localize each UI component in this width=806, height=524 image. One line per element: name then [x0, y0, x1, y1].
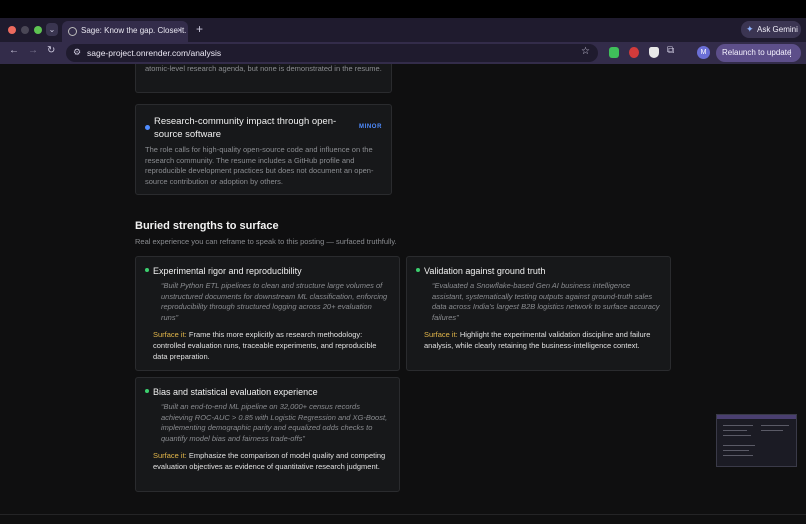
strength-card: Experimental rigor and reproducibility “… — [135, 256, 400, 371]
new-tab-button[interactable]: + — [196, 22, 203, 36]
tab-title: Sage: Know the gap. Close it. — [81, 26, 187, 35]
close-window-button[interactable] — [8, 26, 16, 34]
shield-extension-icon[interactable] — [609, 47, 619, 58]
profile-avatar[interactable]: M — [697, 46, 710, 59]
strength-quote: “Evaluated a Snowflake-based Gen AI busi… — [432, 281, 660, 322]
strength-title: Bias and statistical evaluation experien… — [153, 387, 318, 397]
gap-card-partial-text: atomic-level research agenda, but none i… — [145, 64, 382, 73]
kebab-menu-icon[interactable]: ⋮ — [786, 44, 795, 62]
globe-icon — [68, 27, 77, 36]
maximize-window-button[interactable] — [34, 26, 42, 34]
tab-search-chevron-icon[interactable]: ⌄ — [46, 23, 58, 36]
puzzle-icon[interactable]: ⧉ — [667, 45, 674, 56]
gemini-sparkle-icon: ✦ — [746, 24, 754, 34]
section-subtitle: Real experience you can reframe to speak… — [135, 237, 397, 246]
thumbnail-line — [723, 445, 755, 446]
back-arrow-icon[interactable]: ← — [9, 45, 19, 56]
site-settings-icon[interactable]: ⚙ — [73, 47, 81, 58]
thumbnail-line — [723, 425, 753, 426]
thumbnail-titlebar — [717, 415, 796, 419]
privacy-extension-icon[interactable] — [649, 47, 659, 58]
thumbnail-line — [761, 425, 789, 426]
thumbnail-line — [723, 435, 751, 436]
strength-card: Bias and statistical evaluation experien… — [135, 377, 400, 492]
tab-strip: ⌄ Sage: Know the gap. Close it. × + ✦ As… — [0, 18, 806, 42]
surface-it-text: Surface it: Highlight the experimental v… — [424, 330, 664, 352]
surface-it-body: Highlight the experimental validation di… — [424, 330, 651, 350]
bookmark-star-icon[interactable]: ☆ — [581, 46, 590, 57]
record-extension-icon[interactable] — [629, 47, 639, 58]
address-bar[interactable]: ⚙ sage-project.onrender.com/analysis ☆ — [66, 44, 598, 62]
thumbnail-line — [723, 450, 749, 451]
strength-dot-icon — [145, 268, 149, 272]
strength-title: Experimental rigor and reproducibility — [153, 266, 302, 276]
ask-gemini-button[interactable]: ✦ Ask Gemini — [741, 21, 801, 38]
surface-it-label: Surface it: — [153, 330, 187, 339]
browser-toolbar: ← → ↻ ⚙ sage-project.onrender.com/analys… — [0, 42, 806, 64]
ask-gemini-label: Ask Gemini — [757, 25, 798, 34]
surface-it-body: Frame this more explicitly as research m… — [153, 330, 377, 361]
relaunch-button[interactable]: Relaunch to update ⋮ — [716, 44, 801, 62]
url-text[interactable]: sage-project.onrender.com/analysis — [87, 48, 221, 58]
minimize-window-button[interactable] — [21, 26, 29, 34]
page-content: atomic-level research agenda, but none i… — [0, 64, 806, 524]
gap-card-partial: atomic-level research agenda, but none i… — [135, 64, 392, 93]
surface-it-text: Surface it: Frame this more explicitly a… — [153, 330, 393, 362]
surface-it-label: Surface it: — [153, 451, 187, 460]
relaunch-label: Relaunch to update — [722, 48, 792, 57]
gap-title: Research-community impact through open-s… — [154, 116, 337, 140]
gap-description: The role calls for high-quality open-sou… — [145, 145, 374, 186]
reload-icon[interactable]: ↻ — [47, 45, 55, 56]
active-tab[interactable]: Sage: Know the gap. Close it. × — [62, 21, 188, 42]
surface-it-label: Surface it: — [424, 330, 458, 339]
strength-card: Validation against ground truth “Evaluat… — [406, 256, 671, 371]
forward-arrow-icon[interactable]: → — [28, 45, 38, 56]
strength-title: Validation against ground truth — [424, 266, 546, 276]
strength-quote: “Built an end-to-end ML pipeline on 32,0… — [161, 402, 388, 443]
thumbnail-line — [723, 430, 747, 431]
os-top-strip — [0, 0, 806, 18]
screen-share-thumbnail[interactable] — [716, 414, 797, 467]
section-title: Buried strengths to surface — [135, 220, 279, 232]
severity-dot-icon — [145, 125, 150, 130]
strength-dot-icon — [145, 389, 149, 393]
gap-card: Research-community impact through open-s… — [135, 104, 392, 195]
thumbnail-line — [723, 455, 753, 456]
thumbnail-line — [761, 430, 783, 431]
severity-badge: MINOR — [359, 124, 382, 130]
page-divider — [0, 514, 806, 515]
strength-dot-icon — [416, 268, 420, 272]
tab-close-icon[interactable]: × — [177, 25, 182, 35]
strength-quote: “Built Python ETL pipelines to clean and… — [161, 281, 388, 322]
surface-it-body: Emphasize the comparison of model qualit… — [153, 451, 386, 471]
surface-it-text: Surface it: Emphasize the comparison of … — [153, 451, 393, 473]
